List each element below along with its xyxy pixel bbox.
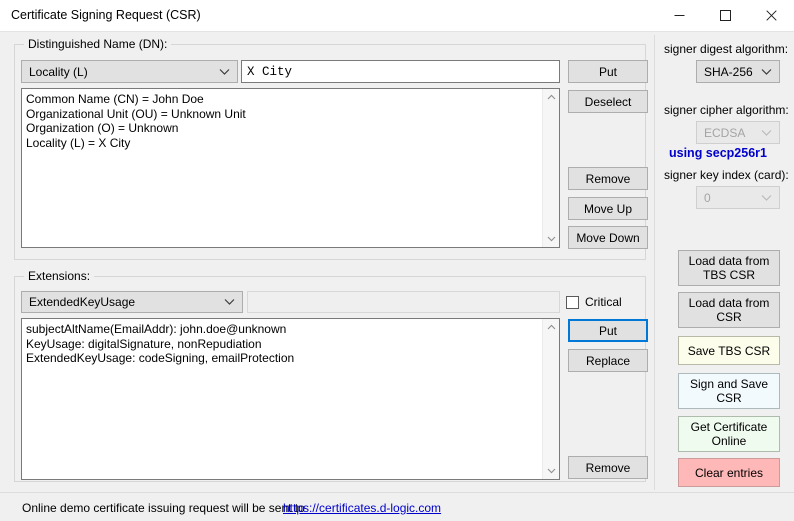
dn-move-up-button[interactable]: Move Up bbox=[568, 197, 648, 220]
window-titlebar: Certificate Signing Request (CSR) bbox=[0, 0, 794, 32]
list-item[interactable]: Common Name (CN) = John Doe bbox=[26, 92, 541, 107]
clear-entries-button[interactable]: Clear entries bbox=[678, 458, 780, 487]
dn-deselect-button[interactable]: Deselect bbox=[568, 90, 648, 113]
save-tbs-csr-button[interactable]: Save TBS CSR bbox=[678, 336, 780, 365]
dn-remove-button[interactable]: Remove bbox=[568, 167, 648, 190]
close-button[interactable] bbox=[748, 0, 794, 30]
chevron-down-icon bbox=[761, 129, 772, 136]
scroll-up-icon[interactable] bbox=[543, 319, 559, 335]
dn-type-select[interactable]: Locality (L) bbox=[21, 60, 238, 83]
signer-key-index-select: 0 bbox=[696, 186, 780, 209]
extension-put-button[interactable]: Put bbox=[568, 319, 648, 342]
checkbox-box-icon bbox=[566, 295, 579, 309]
list-item[interactable]: Organization (O) = Unknown bbox=[26, 121, 541, 136]
chevron-down-icon bbox=[219, 68, 230, 75]
signer-digest-label: signer digest algorithm: bbox=[664, 42, 789, 56]
extension-replace-button[interactable]: Replace bbox=[568, 349, 648, 372]
distinguished-name-group-label: Distinguished Name (DN): bbox=[24, 37, 172, 51]
chevron-down-icon bbox=[224, 299, 235, 306]
signer-key-index-label: signer key index (card): bbox=[664, 168, 789, 182]
extension-remove-button[interactable]: Remove bbox=[568, 456, 648, 479]
critical-checkbox[interactable]: Critical bbox=[566, 295, 622, 309]
list-item[interactable]: ExtendedKeyUsage: codeSigning, emailProt… bbox=[26, 351, 541, 366]
list-item[interactable]: KeyUsage: digitalSignature, nonRepudiati… bbox=[26, 337, 541, 352]
get-certificate-online-button[interactable]: Get Certificate Online bbox=[678, 416, 780, 452]
window-title: Certificate Signing Request (CSR) bbox=[11, 8, 201, 22]
signer-digest-select[interactable]: SHA-256 bbox=[696, 60, 780, 83]
extensions-list-items: subjectAltName(EmailAddr): john.doe@unkn… bbox=[26, 322, 541, 366]
dn-list[interactable]: Common Name (CN) = John Doe Organization… bbox=[21, 88, 560, 248]
signer-curve-text: using secp256r1 bbox=[669, 146, 767, 160]
chevron-down-icon bbox=[761, 194, 772, 201]
maximize-icon bbox=[719, 9, 731, 21]
signer-cipher-label: signer cipher algorithm: bbox=[664, 103, 789, 117]
statusbar-text: Online demo certificate issuing request … bbox=[22, 501, 305, 515]
list-item[interactable]: Organizational Unit (OU) = Unknown Unit bbox=[26, 107, 541, 122]
list-item[interactable]: Locality (L) = X City bbox=[26, 136, 541, 151]
extensions-list-scrollbar[interactable] bbox=[542, 319, 559, 479]
minimize-button[interactable] bbox=[656, 0, 702, 30]
scroll-up-icon[interactable] bbox=[543, 89, 559, 105]
extensions-group-label: Extensions: bbox=[24, 269, 95, 283]
extension-type-select[interactable]: ExtendedKeyUsage bbox=[21, 291, 243, 313]
dn-list-scrollbar[interactable] bbox=[542, 89, 559, 247]
dn-list-items: Common Name (CN) = John Doe Organization… bbox=[26, 92, 541, 150]
dn-type-select-value: Locality (L) bbox=[29, 64, 88, 79]
load-data-from-csr-button[interactable]: Load data from CSR bbox=[678, 292, 780, 328]
csr-window: Certificate Signing Request (CSR) Distin… bbox=[0, 0, 794, 521]
signer-cipher-select-value: ECDSA bbox=[704, 125, 746, 140]
extension-value-input[interactable] bbox=[247, 291, 560, 313]
statusbar: Online demo certificate issuing request … bbox=[0, 492, 794, 521]
sign-and-save-csr-button[interactable]: Sign and Save CSR bbox=[678, 373, 780, 409]
extension-type-select-value: ExtendedKeyUsage bbox=[29, 295, 136, 309]
dn-put-button[interactable]: Put bbox=[568, 60, 648, 83]
minimize-icon bbox=[674, 10, 685, 21]
dn-move-down-button[interactable]: Move Down bbox=[568, 226, 648, 249]
close-icon bbox=[765, 9, 777, 21]
signer-digest-select-value: SHA-256 bbox=[704, 64, 753, 79]
dn-value-input[interactable]: X City bbox=[241, 60, 560, 83]
extensions-list[interactable]: subjectAltName(EmailAddr): john.doe@unkn… bbox=[21, 318, 560, 480]
list-item[interactable]: subjectAltName(EmailAddr): john.doe@unkn… bbox=[26, 322, 541, 337]
load-data-from-tbs-csr-button[interactable]: Load data from TBS CSR bbox=[678, 250, 780, 286]
statusbar-link[interactable]: https://certificates.d-logic.com bbox=[283, 501, 441, 515]
signer-key-index-select-value: 0 bbox=[704, 190, 711, 205]
critical-checkbox-label: Critical bbox=[585, 295, 622, 309]
scroll-down-icon[interactable] bbox=[543, 463, 559, 479]
signer-cipher-select: ECDSA bbox=[696, 121, 780, 144]
maximize-button[interactable] bbox=[702, 0, 748, 30]
dn-value-input-text: X City bbox=[247, 64, 293, 79]
panel-divider bbox=[654, 35, 655, 490]
chevron-down-icon bbox=[761, 68, 772, 75]
scroll-down-icon[interactable] bbox=[543, 231, 559, 247]
